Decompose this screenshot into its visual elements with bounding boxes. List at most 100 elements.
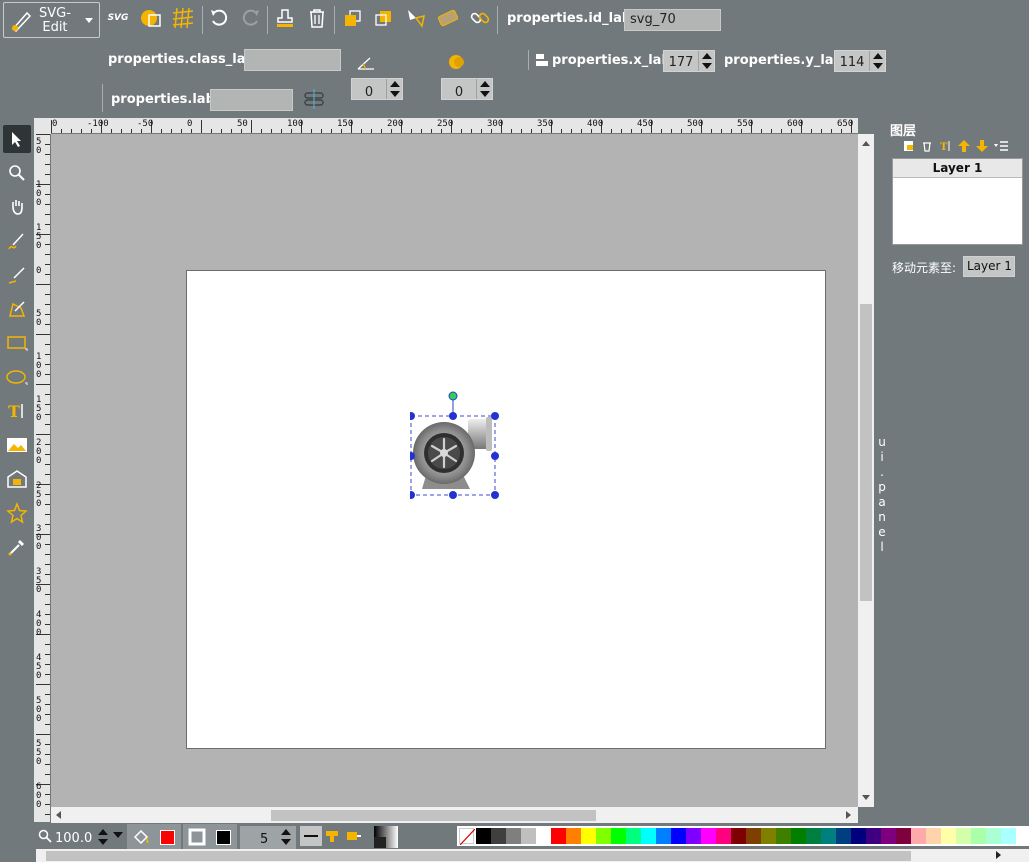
layer-row[interactable]: Layer 1 (893, 159, 1022, 178)
palette-swatch[interactable] (551, 828, 566, 844)
palette-swatch[interactable] (761, 828, 776, 844)
palette-swatch[interactable] (491, 828, 506, 844)
convert-to-path-button[interactable] (434, 4, 462, 32)
palette-swatch[interactable] (566, 828, 581, 844)
palette-swatch[interactable] (596, 828, 611, 844)
palette-swatch[interactable] (521, 828, 536, 844)
y-spin-arrows[interactable] (869, 51, 885, 71)
stroke-color-tool[interactable] (183, 824, 237, 849)
palette-swatch[interactable] (536, 828, 551, 844)
palette-swatch[interactable] (881, 828, 896, 844)
blur-spin-arrows[interactable] (476, 79, 492, 99)
bottom-scrollbar[interactable] (36, 849, 1029, 862)
undo-button[interactable] (205, 4, 233, 32)
palette-swatch[interactable] (866, 828, 881, 844)
palette-swatch[interactable] (911, 828, 926, 844)
panel-collapsed-label[interactable]: ui.panel (877, 435, 887, 555)
clone-button[interactable] (271, 4, 299, 32)
layer-down-icon[interactable] (976, 140, 988, 156)
rect-tool[interactable] (3, 329, 31, 357)
palette-swatch[interactable] (971, 828, 986, 844)
zoom-spinner-icon[interactable] (97, 828, 109, 850)
vertical-scroll-thumb[interactable] (860, 304, 872, 601)
palette-swatch[interactable] (611, 828, 626, 844)
palette-swatch[interactable] (896, 828, 911, 844)
grid-button[interactable] (169, 4, 197, 32)
palette-swatch[interactable] (671, 828, 686, 844)
move-to-layer-select[interactable]: Layer 1 (963, 256, 1015, 277)
palette-swatch[interactable] (851, 828, 866, 844)
select-tool[interactable] (3, 125, 31, 153)
wireframe-button[interactable] (137, 4, 165, 32)
stroke-width-spinner[interactable]: 5 (240, 826, 296, 849)
path-tool[interactable] (3, 295, 31, 323)
star-tool[interactable] (3, 499, 31, 527)
link-unlink-button[interactable] (300, 85, 328, 113)
palette-swatch[interactable] (746, 828, 761, 844)
rename-layer-icon[interactable]: T (940, 140, 952, 156)
text-tool[interactable]: T (3, 397, 31, 425)
palette-swatch[interactable] (581, 828, 596, 844)
palette-swatch[interactable] (716, 828, 731, 844)
x-spinner[interactable]: 177 (663, 50, 715, 72)
palette-swatch[interactable] (806, 828, 821, 844)
redo-button[interactable] (237, 4, 265, 32)
scroll-right-arrow-icon[interactable] (996, 851, 1001, 859)
link-button[interactable] (466, 4, 494, 32)
palette-swatch[interactable] (836, 828, 851, 844)
angle-spin-arrows[interactable] (386, 79, 402, 99)
horizontal-scrollbar[interactable] (51, 807, 858, 823)
svg-canvas[interactable] (186, 270, 826, 749)
label-input[interactable] (210, 89, 293, 111)
bottom-scroll-thumb[interactable] (46, 851, 911, 861)
horizontal-scroll-thumb[interactable] (271, 810, 596, 821)
layer-menu-icon[interactable] (994, 140, 1008, 156)
id-input[interactable]: svg_70 (624, 9, 721, 31)
stroke-color-swatch[interactable] (216, 830, 231, 845)
class-input[interactable] (244, 49, 341, 71)
palette-swatch[interactable] (626, 828, 641, 844)
delete-layer-icon[interactable] (921, 140, 933, 156)
eyedropper-tool[interactable] (3, 533, 31, 561)
palette-swatch[interactable] (686, 828, 701, 844)
stroke-width-arrows-icon[interactable] (279, 827, 293, 851)
stroke-dash-select[interactable] (300, 826, 322, 846)
delete-button[interactable] (303, 4, 331, 32)
palette-swatch[interactable] (476, 828, 491, 844)
stroke-linejoin-icon[interactable] (324, 828, 340, 848)
scroll-up-arrow-icon[interactable] (862, 141, 870, 146)
palette-swatch[interactable] (926, 828, 941, 844)
palette-swatch[interactable] (701, 828, 716, 844)
reorient-button[interactable] (402, 4, 430, 32)
zoom-tool[interactable] (3, 159, 31, 187)
palette-swatch[interactable] (641, 828, 656, 844)
layer-up-icon[interactable] (958, 140, 970, 156)
main-menu-button[interactable]: SVG- Edit (3, 2, 100, 38)
vertical-scrollbar[interactable] (858, 134, 874, 807)
scroll-down-arrow-icon[interactable] (862, 795, 870, 800)
pan-tool[interactable] (3, 193, 31, 221)
palette-swatch[interactable] (791, 828, 806, 844)
fill-color-tool[interactable] (127, 824, 181, 849)
no-color-swatch-icon[interactable] (459, 828, 476, 846)
new-layer-icon[interactable] (903, 140, 915, 156)
palette-swatch[interactable] (986, 828, 1001, 844)
palette-swatch[interactable] (776, 828, 791, 844)
stroke-linecap-icon[interactable] (346, 828, 362, 848)
palette-swatch[interactable] (956, 828, 971, 844)
image-tool[interactable] (3, 431, 31, 459)
fill-color-swatch[interactable] (160, 830, 175, 845)
y-spinner[interactable]: 114 (834, 50, 886, 72)
shapelib-tool[interactable] (3, 465, 31, 493)
palette-swatch[interactable] (656, 828, 671, 844)
palette-swatch[interactable] (821, 828, 836, 844)
line-tool[interactable] (3, 261, 31, 289)
palette-swatch[interactable] (506, 828, 521, 844)
ellipse-tool[interactable] (3, 363, 31, 391)
svg-source-button[interactable]: SVG (104, 4, 132, 32)
move-to-bottom-button[interactable] (369, 4, 397, 32)
zoom-input[interactable]: 100.0 (55, 831, 95, 849)
zoom-dropdown-icon[interactable] (113, 832, 123, 838)
freehand-tool[interactable] (3, 227, 31, 255)
blur-spinner[interactable]: 0 (441, 78, 493, 100)
